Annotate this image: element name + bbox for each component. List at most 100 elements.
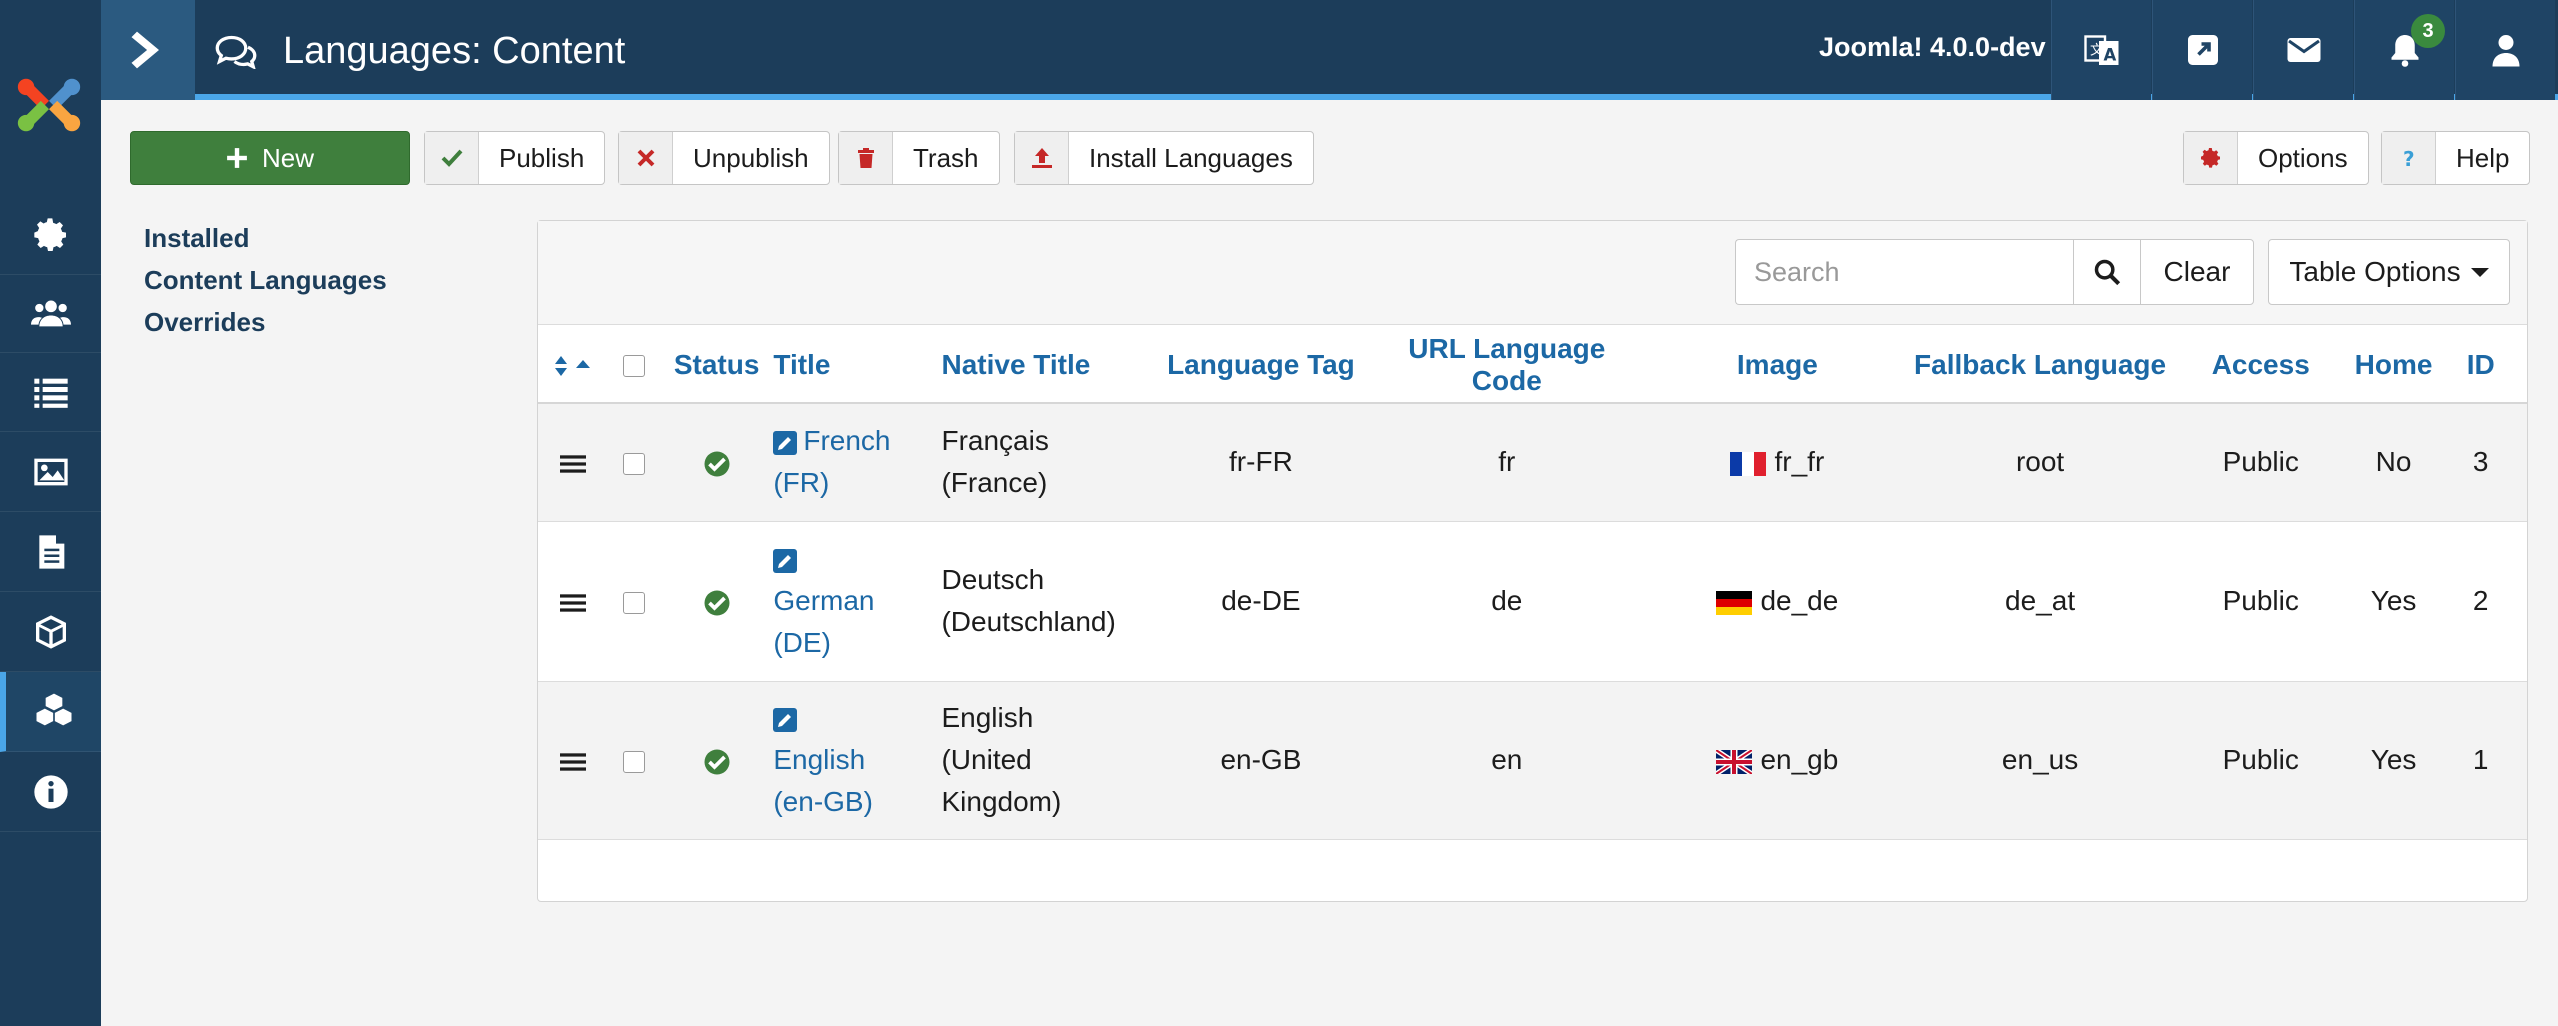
notification-count-badge: 3 [2411,14,2445,48]
upload-icon [1031,148,1052,168]
submenu: Installed Content Languages Overrides [144,220,387,346]
access-header[interactable]: Access [2168,327,2353,404]
submenu-item-overrides[interactable]: Overrides [144,304,387,346]
access-cell: Public [2222,744,2299,775]
language-tag-header[interactable]: Language Tag [1151,327,1371,404]
ordering-header[interactable] [538,327,608,404]
svg-text:A: A [2103,46,2116,65]
sidebar-item-content[interactable] [0,512,101,592]
notifications-button[interactable]: 3 [2354,0,2454,100]
unpublish-button-label: Unpublish [693,142,809,173]
id-cell: 1 [2472,744,2489,775]
row-checkbox[interactable] [622,750,645,773]
published-check-icon [704,590,730,616]
row-checkbox[interactable] [622,452,645,475]
native-title-cell: Français (France) [941,425,1049,499]
id-cell: 3 [2472,446,2489,478]
list-icon [33,378,68,408]
fallback-cell: en_us [2001,744,2079,775]
submenu-item-content-languages[interactable]: Content Languages [144,262,387,304]
sidebar-item-system[interactable] [0,195,101,275]
table-options-button[interactable]: Table Options [2268,239,2510,305]
clear-button[interactable]: Clear [2140,239,2254,305]
check-all-checkbox[interactable] [622,355,645,378]
url-code-header[interactable]: URL Language Code [1370,327,1644,404]
native-title-header[interactable]: Native Title [941,327,1152,404]
search-input[interactable]: Search [1735,239,2073,305]
home-header[interactable]: Home [2352,327,2435,404]
language-tag-cell: de-DE [1221,585,1301,616]
unpublish-button[interactable]: Unpublish [618,131,830,185]
id-header[interactable]: ID [2434,327,2527,404]
new-button[interactable]: New [130,131,410,185]
search-icon [2094,259,2121,286]
fallback-header[interactable]: Fallback Language [1911,327,2169,404]
sidebar-item-help[interactable] [0,752,101,832]
envelope-icon [2287,38,2320,62]
multilingual-status-button[interactable]: 文A [2051,0,2151,100]
question-icon: ? [2403,147,2415,170]
gear-icon [33,217,66,251]
title-link[interactable]: French (FR) [773,403,941,521]
bars-icon [559,593,586,612]
svg-text:?: ? [2403,147,2415,170]
row-checkbox[interactable] [622,591,645,614]
publish-button-label: Publish [499,142,585,173]
status-toggle[interactable] [660,521,773,681]
new-button-label: New [261,142,314,173]
status-toggle[interactable] [660,403,773,521]
sidebar-item-media[interactable] [0,432,101,512]
sidebar-item-menus[interactable] [0,352,101,432]
bars-icon [559,455,586,473]
image-icon [33,458,68,485]
france-flag-icon [1730,451,1767,476]
drag-handle[interactable] [538,681,607,839]
caret-down-icon [2470,267,2489,277]
drag-handle[interactable] [538,521,607,681]
version-label: Joomla! 4.0.0-dev [1819,32,2046,62]
header-bar: Languages: Content Joomla! 4.0.0-dev 文A … [101,0,2558,100]
title-link[interactable]: German (DE) [773,521,941,681]
chevron-right-icon [131,31,159,69]
trash-button[interactable]: Trash [838,131,1000,185]
home-cell[interactable]: Yes [2353,681,2435,839]
drag-handle[interactable] [538,403,607,521]
home-cell[interactable]: No [2353,403,2435,521]
language-tag-cell: en-GB [1220,744,1302,775]
edit-icon [773,548,798,573]
image-cell: de_de [1643,521,1911,681]
image-header[interactable]: Image [1643,327,1912,404]
status-toggle[interactable] [660,681,773,839]
published-check-icon [704,451,730,477]
publish-button[interactable]: Publish [424,131,606,185]
published-check-icon [704,749,730,775]
view-site-button[interactable] [2152,0,2252,100]
table-row: English (en-GB) English (United Kingdom) en… [538,681,2527,839]
check-all-header[interactable] [607,327,660,404]
sidebar-item-users[interactable] [0,273,101,353]
document-icon [38,534,64,569]
sidebar-item-components[interactable] [0,592,101,672]
options-button[interactable]: Options [2183,131,2369,185]
status-header[interactable]: Status [659,327,774,404]
page-title: Languages: Content [215,26,625,76]
joomla-logo[interactable] [8,64,90,146]
messages-button[interactable] [2253,0,2353,100]
title-header[interactable]: Title [773,327,942,404]
user-icon [2492,35,2519,67]
search-button[interactable] [2073,239,2141,305]
menu-toggle-button[interactable] [101,0,195,100]
languages-table: Status Title Native Title Language Tag U… [538,327,2527,840]
options-button-label: Options [2258,142,2348,173]
filter-bar: Search Clear Table Options [538,221,2527,325]
plus-icon [227,148,247,168]
title-link[interactable]: English (en-GB) [773,681,941,839]
install-languages-button[interactable]: Install Languages [1014,131,1314,185]
native-title-cell: Deutsch (Deutschland) [941,564,1116,637]
gear-icon [2200,148,2220,168]
user-menu-button[interactable] [2455,0,2555,100]
help-button[interactable]: ? Help [2381,131,2531,185]
home-cell[interactable]: Yes [2353,521,2435,681]
sidebar-item-extensions[interactable] [0,672,101,752]
submenu-item-installed[interactable]: Installed [144,220,387,262]
